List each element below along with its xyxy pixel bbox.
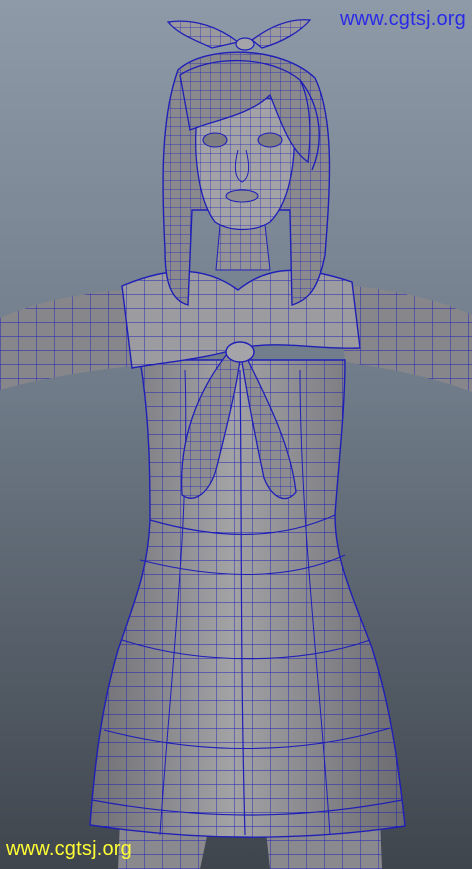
watermark-bottom-left: www.cgtsj.org	[6, 838, 132, 860]
maya-viewport: www.cgtsj.org www.cgtsj.org	[0, 0, 472, 869]
mouth	[225, 189, 259, 203]
watermark-top-right: www.cgtsj.org	[340, 8, 466, 30]
hair-bow	[166, 19, 312, 51]
character-wireframe-model	[0, 19, 472, 869]
dress	[89, 359, 406, 838]
left-eye	[202, 132, 228, 148]
right-eye	[257, 132, 283, 148]
